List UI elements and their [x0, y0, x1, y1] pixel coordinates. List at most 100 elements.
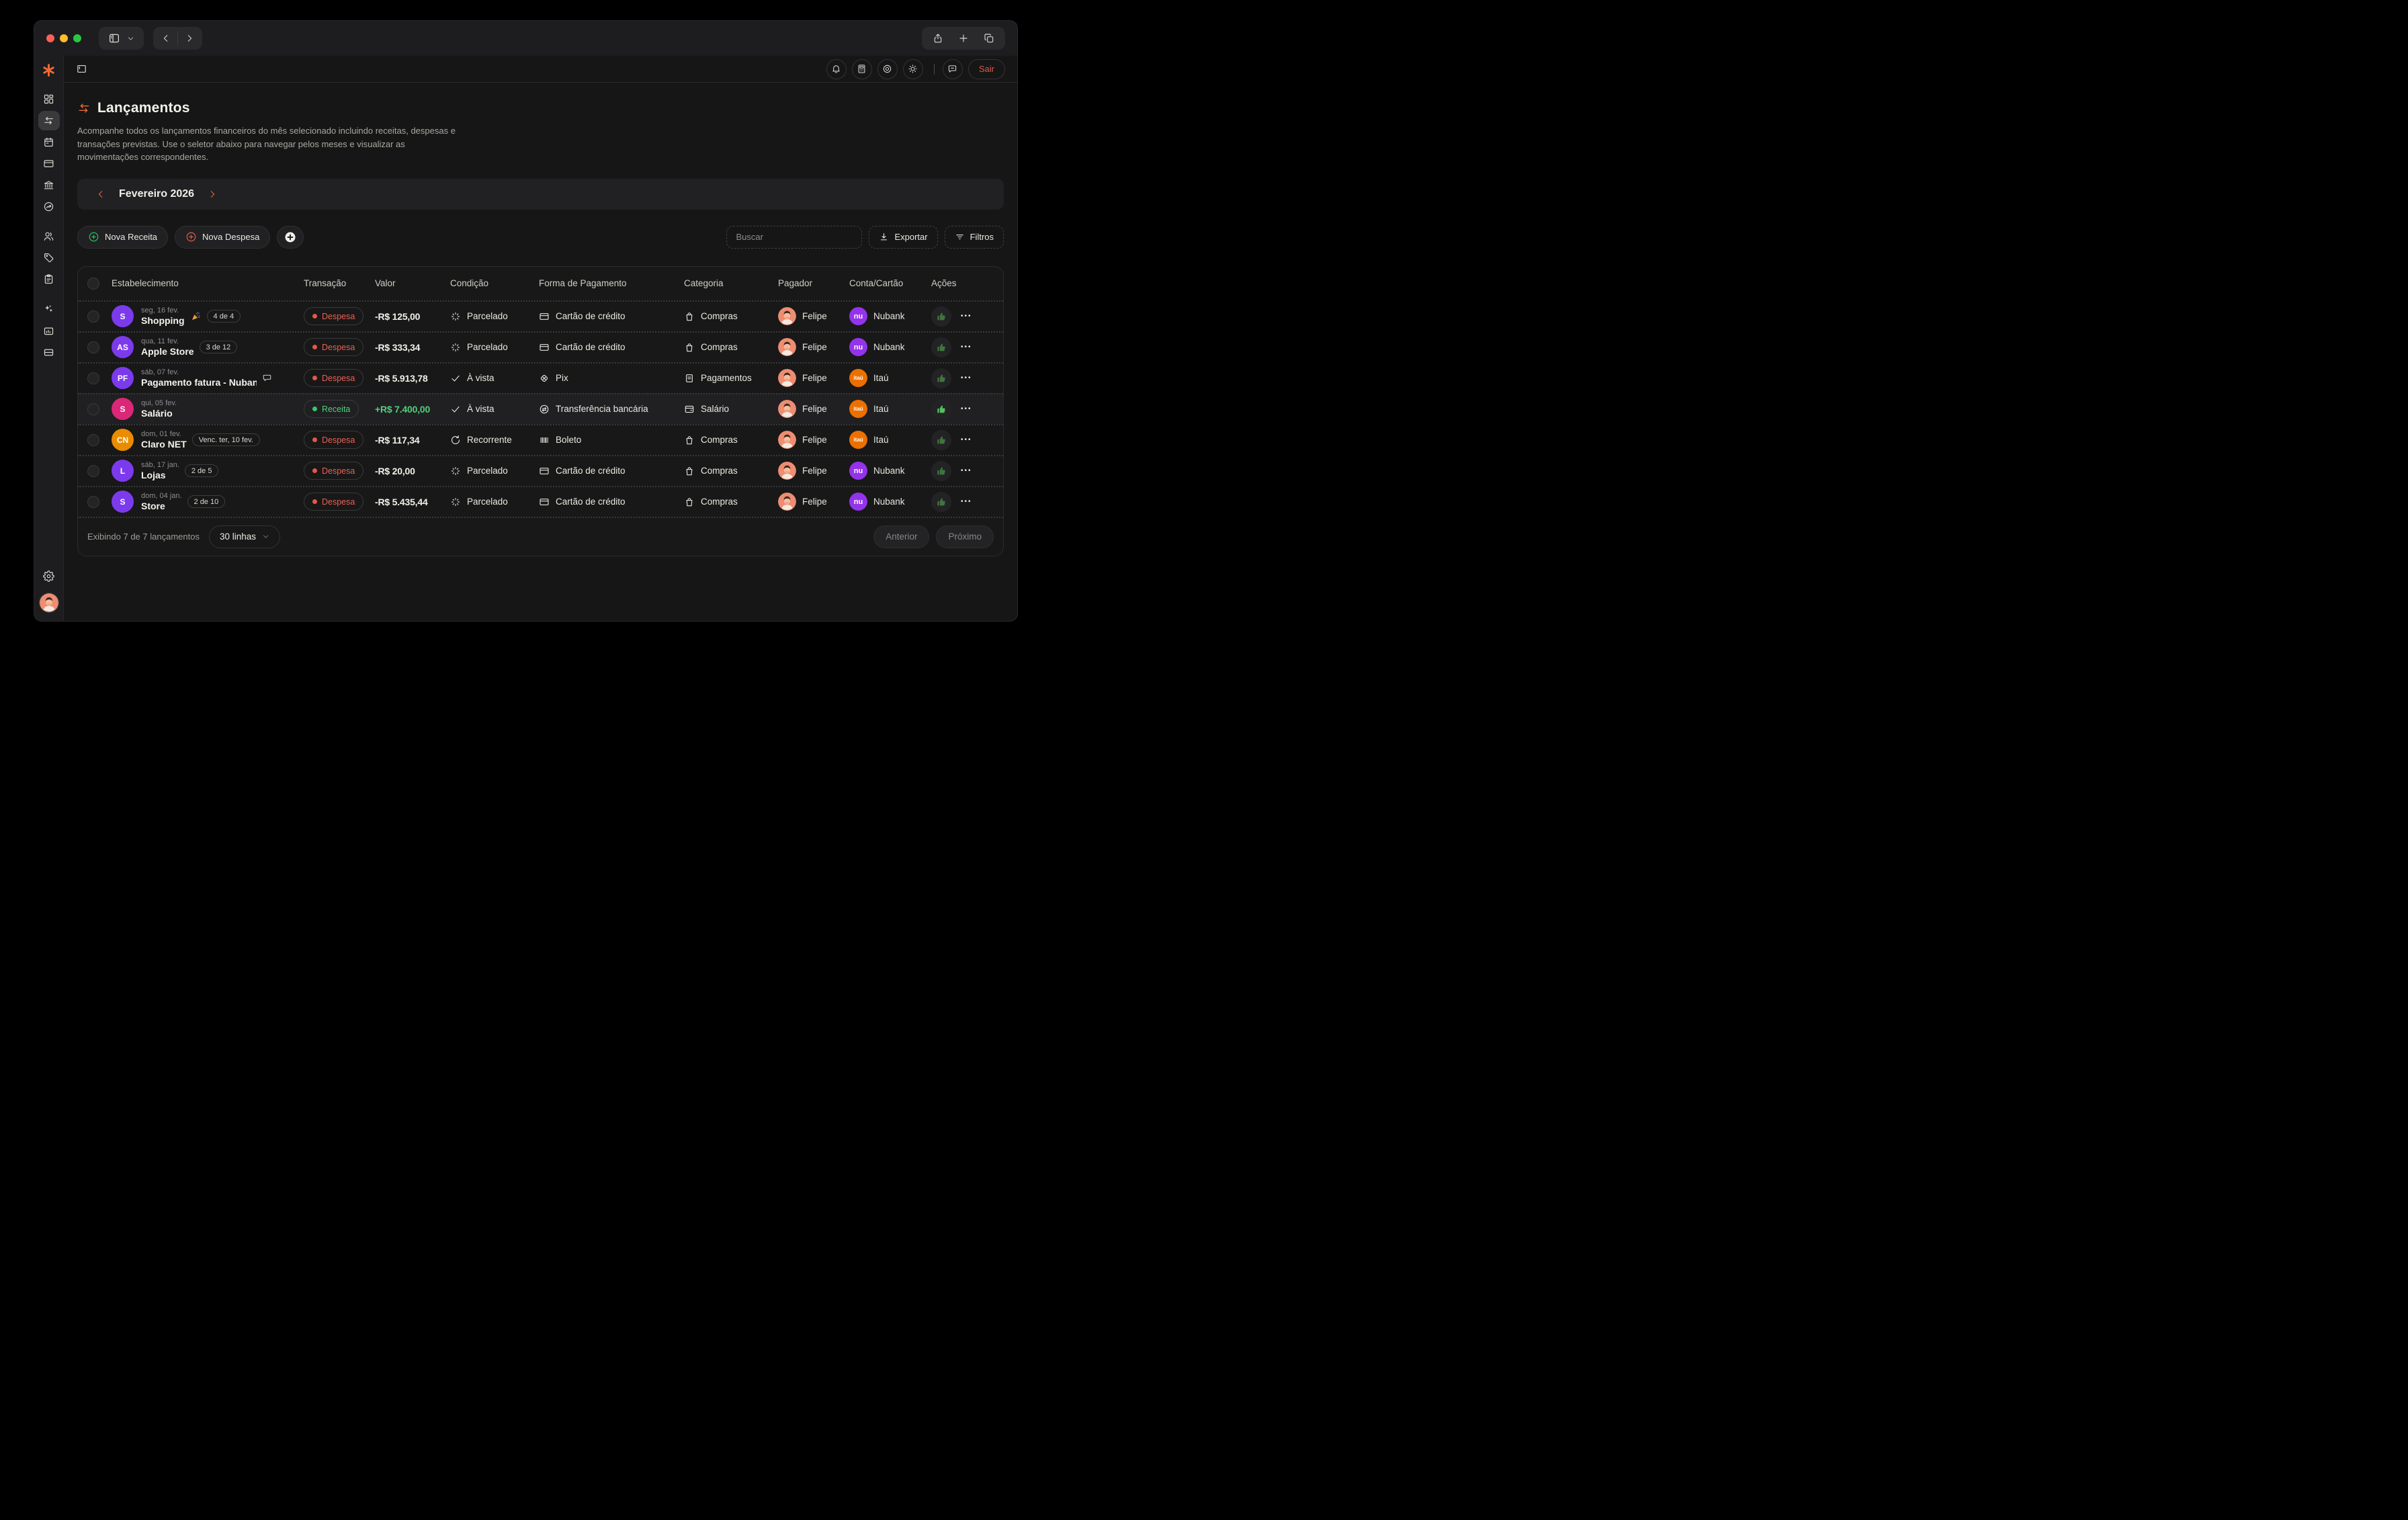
panel-toggle-icon[interactable]: [76, 63, 87, 75]
new-income-button[interactable]: Nova Receita: [77, 225, 169, 249]
celebration-emoji-icon: [190, 310, 202, 322]
category-cell: Compras: [684, 497, 778, 507]
forward-button[interactable]: [178, 27, 201, 50]
payment-method-cell: Pix: [539, 373, 684, 384]
thumbs-up-button[interactable]: [931, 491, 951, 512]
settings-gear-icon[interactable]: [38, 566, 60, 586]
search-input[interactable]: [726, 225, 863, 249]
bank-logo: itaú: [849, 400, 867, 418]
sidebar-toggle-icon: [101, 27, 127, 50]
sidebar-item-users[interactable]: [38, 226, 60, 246]
payer-cell: Felipe: [778, 400, 849, 418]
merchant-name: Pagamento fatura - Nubank: [141, 376, 257, 388]
share-button[interactable]: [926, 27, 950, 50]
row-menu-button[interactable]: •••: [961, 343, 972, 351]
new-expense-button[interactable]: Nova Despesa: [175, 225, 271, 249]
notifications-button[interactable]: [826, 58, 847, 79]
sidebar-item-bank[interactable]: [38, 175, 60, 195]
payer-name: Felipe: [802, 466, 827, 476]
account-name: Itaú: [873, 404, 889, 414]
close-button[interactable]: [46, 34, 54, 42]
page-size-select[interactable]: 30 linhas: [208, 525, 280, 548]
sidebar-item-transfers[interactable]: [38, 110, 60, 130]
app-logo-icon[interactable]: [39, 60, 59, 80]
row-menu-button[interactable]: •••: [961, 405, 972, 413]
tab-overview-button[interactable]: [977, 27, 1001, 50]
export-button[interactable]: Exportar: [869, 225, 938, 249]
filters-button[interactable]: Filtros: [944, 225, 1004, 249]
thumbs-up-button[interactable]: [931, 337, 951, 357]
sidebar-item-rows[interactable]: [38, 343, 60, 362]
row-checkbox[interactable]: [87, 403, 99, 415]
payer-cell: Felipe: [778, 493, 849, 511]
previous-month-button[interactable]: [93, 187, 108, 202]
thumbs-up-button[interactable]: [931, 306, 951, 327]
table-row: S qui, 05 fev. Salário Receita +R$ 7.400…: [78, 392, 1003, 424]
previous-page-button[interactable]: Anterior: [873, 525, 930, 548]
row-checkbox[interactable]: [87, 341, 99, 353]
column-header: Condição: [450, 278, 489, 288]
row-checkbox[interactable]: [87, 464, 99, 477]
row-checkbox[interactable]: [87, 372, 99, 384]
transaction-type-badge: Despesa: [304, 431, 364, 449]
status-dot: [312, 437, 317, 442]
row-checkbox[interactable]: [87, 433, 99, 446]
quick-add-button[interactable]: [277, 225, 304, 249]
thumbs-up-button[interactable]: [931, 398, 951, 419]
sidebar-item-report[interactable]: [38, 321, 60, 341]
account-name: Nubank: [873, 497, 905, 507]
row-checkbox[interactable]: [87, 495, 99, 508]
merchant-avatar: L: [112, 460, 134, 482]
row-menu-button[interactable]: •••: [961, 374, 972, 382]
next-month-button[interactable]: [205, 187, 220, 202]
comment-icon[interactable]: [262, 373, 272, 383]
traffic-lights: [46, 34, 81, 42]
page-title: Lançamentos: [77, 100, 1004, 116]
row-checkbox[interactable]: [87, 310, 99, 323]
logout-button[interactable]: Sair: [968, 58, 1005, 79]
sidebar-item-credit-card[interactable]: [38, 154, 60, 173]
condition-cell: À vista: [450, 373, 539, 384]
row-menu-button[interactable]: •••: [961, 467, 972, 474]
sidebar-item-investments[interactable]: [38, 197, 60, 216]
account-cell: nu Nubank: [849, 462, 931, 480]
row-menu-button[interactable]: •••: [961, 436, 972, 444]
payment-method-cell: Cartão de crédito: [539, 497, 684, 507]
sidebar-item-tag[interactable]: [38, 248, 60, 267]
column-header: Ações: [931, 278, 957, 288]
transaction-type-badge: Despesa: [304, 493, 364, 511]
row-menu-button[interactable]: •••: [961, 312, 972, 320]
app-window: Sair Lançamentos Acompanhe todos os lanç…: [34, 20, 1018, 622]
payer-name: Felipe: [802, 435, 827, 445]
month-selector: Fevereiro 2026: [77, 178, 1004, 210]
user-avatar[interactable]: [38, 593, 59, 613]
merchant-avatar: S: [112, 305, 134, 327]
next-page-button[interactable]: Próximo: [936, 525, 994, 548]
feedback-button[interactable]: [942, 58, 963, 79]
transaction-value: +R$ 7.400,00: [375, 403, 431, 415]
select-all-checkbox[interactable]: [87, 277, 99, 290]
thumbs-up-button[interactable]: [931, 460, 951, 481]
installment-badge: 3 de 12: [199, 341, 238, 353]
merchant-name: Apple Store: [141, 345, 194, 357]
sidebar-toggle-button[interactable]: [99, 27, 144, 50]
thumbs-up-button[interactable]: [931, 429, 951, 450]
sidebar-item-sparkles[interactable]: [38, 300, 60, 319]
theme-toggle-button[interactable]: [902, 58, 923, 79]
row-menu-button[interactable]: •••: [961, 498, 972, 505]
sidebar-item-clipboard[interactable]: [38, 269, 60, 289]
thumbs-up-button[interactable]: [931, 368, 951, 388]
new-tab-button[interactable]: [951, 27, 976, 50]
account-cell: itaú Itaú: [849, 369, 931, 387]
sidebar-item-calendar[interactable]: [38, 132, 60, 152]
minimize-button[interactable]: [60, 34, 68, 42]
calculator-button[interactable]: [851, 58, 872, 79]
payer-avatar: [778, 400, 796, 418]
zoom-button[interactable]: [73, 34, 81, 42]
privacy-target-button[interactable]: [877, 58, 898, 79]
transaction-value: -R$ 117,34: [375, 434, 420, 446]
page-content: Lançamentos Acompanhe todos os lançament…: [64, 83, 1017, 621]
sidebar-item-dashboard[interactable]: [38, 89, 60, 109]
back-button[interactable]: [155, 27, 177, 50]
installment-badge: Venc. ter, 10 fev.: [191, 433, 260, 446]
